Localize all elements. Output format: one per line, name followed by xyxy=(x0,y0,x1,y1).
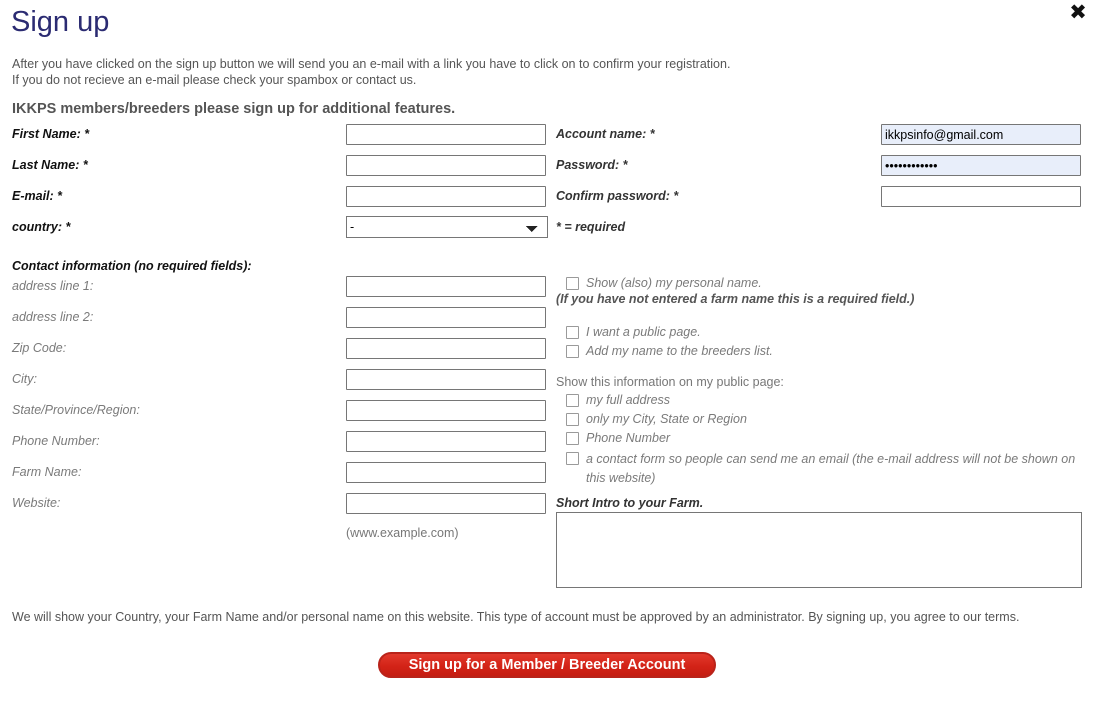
public-info-heading: Show this information on my public page: xyxy=(556,375,784,389)
contact-form-label: a contact form so people can send me an … xyxy=(586,452,1076,485)
label-website: Website: xyxy=(12,496,61,510)
city-state-region-label: only my City, State or Region xyxy=(586,412,747,426)
add-breeders-list-label: Add my name to the breeders list. xyxy=(586,344,773,358)
confirm-password-input[interactable] xyxy=(881,186,1081,207)
first-name-input[interactable] xyxy=(346,124,546,145)
website-input[interactable] xyxy=(346,493,546,514)
city-input[interactable] xyxy=(346,369,546,390)
label-password: Password: * xyxy=(556,158,628,172)
show-personal-name-label: Show (also) my personal name. xyxy=(586,276,762,290)
label-phone-number: Phone Number: xyxy=(12,434,100,448)
label-farm-name: Farm Name: xyxy=(12,465,82,479)
website-hint: (www.example.com) xyxy=(346,526,459,540)
label-confirm-password: Confirm password: * xyxy=(556,189,679,203)
password-input[interactable] xyxy=(881,155,1081,176)
label-first-name: First Name: * xyxy=(12,127,90,141)
label-zip-code: Zip Code: xyxy=(12,341,67,355)
country-select[interactable]: - xyxy=(346,216,548,238)
last-name-input[interactable] xyxy=(346,155,546,176)
full-address-checkbox[interactable] xyxy=(566,394,579,407)
address-line-1-input[interactable] xyxy=(346,276,546,297)
full-address-label: my full address xyxy=(586,393,671,407)
show-personal-name-checkbox[interactable] xyxy=(566,277,579,290)
state-province-region-input[interactable] xyxy=(346,400,546,421)
short-intro-label: Short Intro to your Farm. xyxy=(556,496,704,510)
zip-code-input[interactable] xyxy=(346,338,546,359)
label-city: City: xyxy=(12,372,37,386)
city-state-region-checkbox[interactable] xyxy=(566,413,579,426)
short-intro-textarea[interactable] xyxy=(556,512,1082,588)
phone-number-public-checkbox[interactable] xyxy=(566,432,579,445)
account-name-input[interactable] xyxy=(881,124,1081,145)
label-country: country: * xyxy=(12,220,71,234)
label-address-line-1: address line 1: xyxy=(12,279,94,293)
label-address-line-2: address line 2: xyxy=(12,310,94,324)
signup-page: ✖ Sign up After you have clicked on the … xyxy=(0,0,1095,717)
farm-name-input[interactable] xyxy=(346,462,546,483)
want-public-page-label: I want a public page. xyxy=(586,325,701,339)
label-state-province-region: State/Province/Region: xyxy=(12,403,140,417)
label-account-name: Account name: * xyxy=(556,127,655,141)
label-last-name: Last Name: * xyxy=(12,158,88,172)
phone-number-input[interactable] xyxy=(346,431,546,452)
email-input[interactable] xyxy=(346,186,546,207)
farm-name-required-note: (If you have not entered a farm name thi… xyxy=(556,292,915,306)
contact-info-heading: Contact information (no required fields)… xyxy=(12,259,252,273)
required-note: * = required xyxy=(556,220,626,234)
address-line-2-input[interactable] xyxy=(346,307,546,328)
want-public-page-checkbox[interactable] xyxy=(566,326,579,339)
add-breeders-list-checkbox[interactable] xyxy=(566,345,579,358)
label-email: E-mail: * xyxy=(12,189,63,203)
phone-number-public-label: Phone Number xyxy=(586,431,671,445)
disclaimer-text: We will show your Country, your Farm Nam… xyxy=(12,610,1020,624)
contact-form-checkbox[interactable] xyxy=(566,452,579,465)
signup-submit-button[interactable]: Sign up for a Member / Breeder Account xyxy=(378,652,716,678)
